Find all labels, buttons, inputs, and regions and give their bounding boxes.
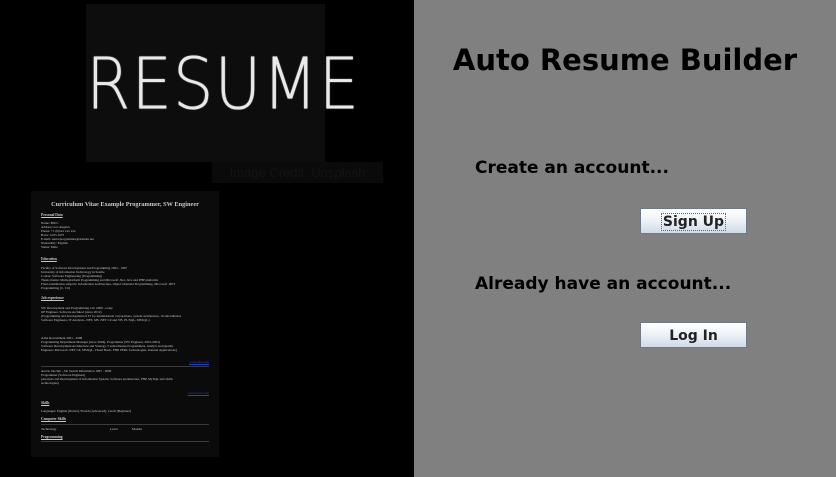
cv-line: Software Engineers, IT Analysts, .NET, M…: [41, 318, 150, 322]
signup-prompt: Create an account...: [475, 158, 669, 178]
right-auth-panel: Auto Resume Builder Create an account...…: [414, 0, 836, 477]
cv-title: Curriculum Vitae Example Programmer, SW …: [51, 201, 199, 208]
log-in-button[interactable]: Log In: [640, 322, 747, 348]
image-caption: Image Credit: Unsplash: [212, 162, 383, 183]
cv-line: Engineer; Microsoft .NET C#, MSSQL, Visu…: [41, 348, 177, 352]
app-title: Auto Resume Builder: [452, 43, 798, 77]
chalkboard-text: RESUME: [86, 43, 361, 127]
sign-up-button[interactable]: Sign Up: [640, 208, 747, 234]
cv-line: Status: Male: [41, 245, 58, 249]
cv-line: Skills: [41, 401, 50, 405]
cv-line: Languages: English (Native), French (Adv…: [41, 409, 132, 413]
cv-table-header: Level: [110, 427, 118, 431]
cv-line: (Analysis and Development of Information…: [41, 377, 173, 381]
cv-line: Programming (C, C#): [41, 286, 70, 290]
cv-line: Programming: [41, 435, 63, 439]
cv-divider: [41, 366, 209, 367]
cv-link: www.arevis.com: [187, 391, 209, 395]
cv-table-header: Months: [132, 427, 143, 431]
cv-table-header: Technology: [41, 427, 57, 431]
cv-line: Computer Skills: [41, 417, 66, 421]
left-image-panel: RESUME Image Credit: Unsplash Curriculum…: [0, 0, 414, 477]
log-in-button-label: Log In: [669, 328, 718, 344]
cv-link: www.adlet.com: [189, 360, 209, 364]
cv-example-image: Curriculum Vitae Example Programmer, SW …: [31, 191, 219, 457]
cv-line: technologies): [41, 381, 59, 385]
cv-line: Personal Data: [41, 213, 63, 217]
cv-divider: [41, 441, 209, 442]
login-prompt: Already have an account...: [475, 274, 732, 294]
cv-divider: [41, 424, 209, 425]
cv-line: Job experience: [41, 296, 64, 300]
resume-chalkboard-image: RESUME: [86, 4, 361, 162]
sign-up-button-label: Sign Up: [660, 213, 727, 231]
cv-line: Education: [41, 257, 57, 261]
